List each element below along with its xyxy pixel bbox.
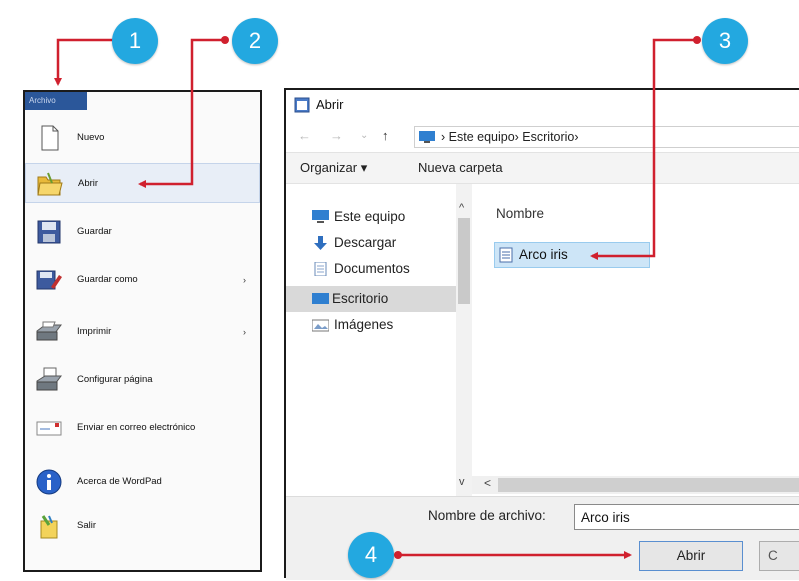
navpane-scroll-thumb[interactable] bbox=[458, 218, 470, 304]
nav-item-este-equipo[interactable]: Este equipo bbox=[306, 204, 454, 230]
menu-item-label: Guardar como bbox=[77, 274, 138, 285]
computer-icon bbox=[312, 210, 329, 223]
filename-input[interactable] bbox=[574, 504, 799, 530]
exit-icon bbox=[40, 515, 58, 539]
scroll-left-icon[interactable]: < bbox=[484, 476, 491, 490]
menu-item-label: Imprimir bbox=[77, 326, 112, 337]
menu-item-acerca-de[interactable]: Acerca de WordPad bbox=[25, 462, 260, 502]
title-bar: Abrir bbox=[286, 90, 799, 120]
menu-item-nuevo[interactable]: Nuevo bbox=[25, 118, 260, 158]
column-header-nombre[interactable]: Nombre bbox=[496, 206, 544, 221]
nav-item-descargar[interactable]: Descargar bbox=[306, 230, 454, 256]
callout-2: 2 bbox=[232, 18, 278, 64]
menu-item-salir[interactable]: Salir bbox=[25, 506, 260, 546]
forward-arrow-icon[interactable]: → bbox=[330, 120, 343, 152]
new-folder-button[interactable]: Nueva carpeta bbox=[418, 153, 503, 183]
submenu-arrow-icon: › bbox=[243, 327, 246, 337]
menu-item-label: Nuevo bbox=[77, 132, 105, 143]
desktop-icon bbox=[312, 293, 329, 304]
callout-1-arrow bbox=[54, 38, 117, 86]
download-arrow-icon bbox=[314, 236, 327, 250]
cancel-button[interactable]: C bbox=[759, 541, 799, 571]
menu-item-label: Abrir bbox=[78, 178, 99, 189]
callout-1: 1 bbox=[112, 18, 158, 64]
file-item-arco-iris[interactable]: Arco iris bbox=[494, 242, 650, 268]
nav-item-label: Este equipo bbox=[334, 209, 406, 224]
address-bar-row: ← → ⌄ ↑ › Este equipo› Escritorio› bbox=[286, 120, 799, 152]
nav-item-documentos[interactable]: Documentos bbox=[306, 256, 454, 282]
menu-item-guardar-como[interactable]: Guardar como › bbox=[25, 260, 260, 300]
pictures-icon bbox=[312, 319, 329, 332]
menu-item-label: Enviar en correo electrónico bbox=[77, 422, 196, 433]
nav-item-label: Imágenes bbox=[334, 317, 394, 332]
menu-item-label: Configurar página bbox=[77, 374, 153, 385]
file-menu: Archivo Nuevo Abrir Guardar Guardar como… bbox=[23, 90, 262, 572]
menu-item-guardar[interactable]: Guardar bbox=[25, 212, 260, 252]
menu-item-label: Salir bbox=[77, 520, 97, 531]
filename-label: Nombre de archivo: bbox=[428, 508, 546, 523]
address-box[interactable]: › Este equipo› Escritorio› bbox=[414, 126, 799, 148]
text-file-icon bbox=[499, 247, 513, 263]
nav-item-imagenes[interactable]: Imágenes bbox=[306, 312, 454, 338]
nav-item-escritorio[interactable]: Escritorio bbox=[286, 286, 456, 312]
recent-locations-icon[interactable]: ⌄ bbox=[360, 120, 368, 152]
up-arrow-icon[interactable]: ↑ bbox=[382, 120, 389, 152]
submenu-arrow-icon: › bbox=[243, 275, 246, 285]
back-arrow-icon[interactable]: ← bbox=[298, 120, 311, 152]
save-as-icon bbox=[36, 270, 62, 290]
nav-item-label: Descargar bbox=[334, 235, 397, 250]
navigation-pane: Este equipo Descargar Documentos Escrito… bbox=[286, 184, 456, 496]
menu-item-configurar-pagina[interactable]: Configurar página bbox=[25, 360, 260, 400]
dialog-app-icon bbox=[294, 97, 310, 113]
address-path: › Este equipo› Escritorio› bbox=[441, 130, 579, 144]
menu-item-imprimir[interactable]: Imprimir › bbox=[25, 312, 260, 352]
menu-item-label: Acerca de WordPad bbox=[77, 476, 162, 487]
file-list-scroll-thumb[interactable] bbox=[498, 478, 799, 492]
callout-3: 3 bbox=[702, 18, 748, 64]
file-name: Arco iris bbox=[519, 247, 568, 262]
open-folder-icon bbox=[37, 172, 63, 196]
floppy-disk-icon bbox=[37, 220, 61, 244]
scroll-up-icon[interactable]: ^ bbox=[459, 202, 464, 214]
archivo-tab[interactable]: Archivo bbox=[25, 92, 87, 110]
blank-document-icon bbox=[41, 125, 59, 151]
nav-item-label: Escritorio bbox=[332, 291, 389, 306]
nav-item-label: Documentos bbox=[334, 261, 410, 276]
computer-icon bbox=[419, 131, 435, 143]
printer-icon bbox=[36, 321, 62, 341]
open-button[interactable]: Abrir bbox=[639, 541, 743, 571]
callout-4: 4 bbox=[348, 532, 394, 578]
toolbar: Organizar ▾ Nueva carpeta bbox=[286, 152, 799, 184]
scroll-down-icon[interactable]: v bbox=[459, 476, 465, 488]
page-setup-icon bbox=[36, 367, 62, 391]
dialog-title: Abrir bbox=[316, 97, 344, 112]
open-dialog: Abrir ← → ⌄ ↑ › Este equipo› Escritorio›… bbox=[284, 88, 799, 580]
email-icon bbox=[36, 421, 62, 436]
documents-icon bbox=[314, 262, 327, 276]
menu-item-enviar-correo[interactable]: Enviar en correo electrónico bbox=[25, 408, 260, 448]
menu-item-label: Guardar bbox=[77, 226, 112, 237]
organize-button[interactable]: Organizar ▾ bbox=[300, 153, 367, 183]
file-list-area bbox=[472, 184, 799, 474]
info-icon bbox=[36, 469, 62, 495]
menu-item-abrir[interactable]: Abrir bbox=[25, 163, 260, 203]
